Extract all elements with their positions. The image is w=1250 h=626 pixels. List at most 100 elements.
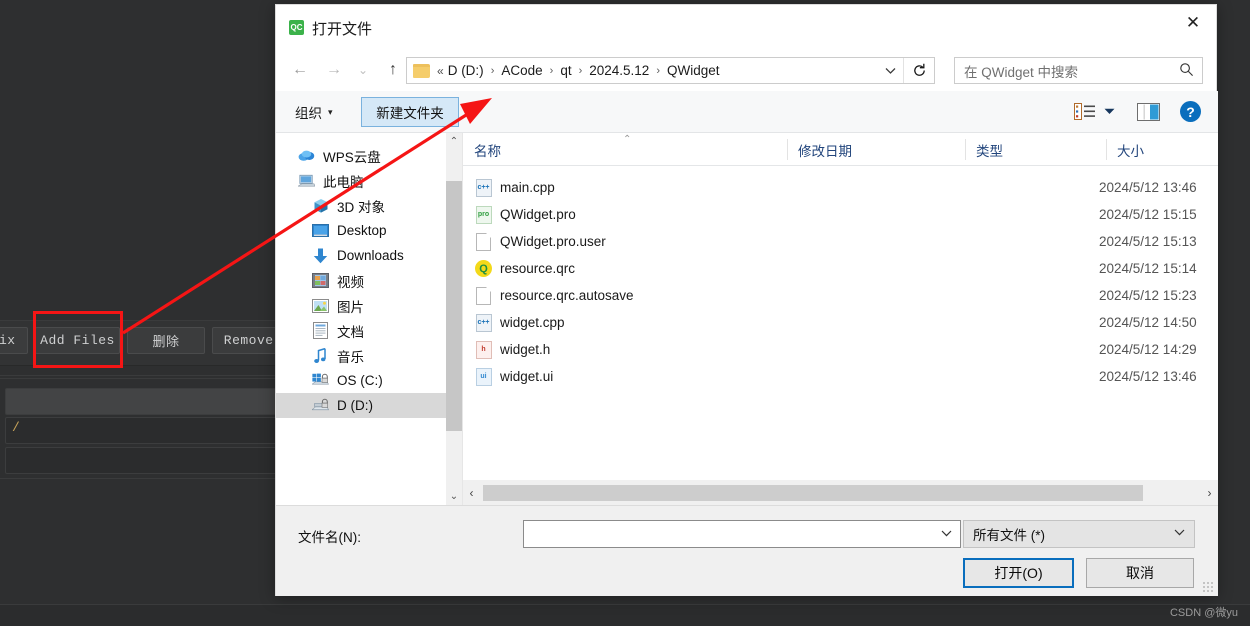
file-row[interactable]: Qresource.qrc2024/5/12 15:14QRC 文件1 bbox=[463, 255, 1218, 282]
file-row[interactable]: c++main.cpp2024/5/12 13:46C++ Source fil… bbox=[463, 174, 1218, 201]
sidebar-item-0[interactable]: WPS云盘 bbox=[276, 143, 461, 168]
sidebar-item-7[interactable]: 文档 bbox=[276, 318, 461, 343]
ide-field-top[interactable] bbox=[5, 388, 285, 415]
column-divider[interactable] bbox=[1106, 139, 1107, 160]
file-modified-date: 2024/5/12 15:13 bbox=[1099, 234, 1197, 249]
sidebar-item-3[interactable]: Desktop bbox=[276, 218, 461, 243]
download-icon bbox=[312, 247, 329, 264]
file-modified-date: 2024/5/12 13:46 bbox=[1099, 369, 1197, 384]
column-header-0[interactable]: 名称 bbox=[463, 133, 783, 166]
forward-icon[interactable]: → bbox=[321, 56, 347, 84]
sidebar-item-label: 视频 bbox=[337, 274, 364, 290]
scroll-up-icon[interactable]: ⌃ bbox=[446, 133, 462, 150]
breadcrumb-separator: › bbox=[549, 64, 554, 77]
file-modified-date: 2024/5/12 15:23 bbox=[1099, 288, 1197, 303]
file-row[interactable]: uiwidget.ui2024/5/12 13:46Qt UI file1 bbox=[463, 363, 1218, 390]
column-divider[interactable] bbox=[787, 139, 788, 160]
chevron-down-icon[interactable] bbox=[941, 528, 952, 540]
breadcrumb-separator: › bbox=[490, 64, 495, 77]
column-header-3[interactable]: 大小 bbox=[1106, 133, 1218, 166]
sidebar-item-label: 3D 对象 bbox=[337, 199, 386, 215]
navigation-scrollbar[interactable]: ⌃ ⌄ bbox=[446, 133, 462, 505]
resize-grip[interactable] bbox=[1202, 581, 1214, 593]
breadcrumb-0[interactable]: D (D:) bbox=[448, 63, 484, 78]
organize-label: 组织 bbox=[295, 106, 322, 121]
column-header-row: ⌃ 名称 修改日期 类型 大小 bbox=[463, 133, 1218, 166]
filename-input[interactable] bbox=[523, 520, 961, 548]
navigation-pane[interactable]: WPS云盘 此电脑 3D 对象 Desktop Downloads 视频图片 文档 音乐 OS … bbox=[276, 133, 461, 505]
scrollbar-thumb[interactable] bbox=[446, 181, 462, 431]
file-row[interactable]: QWidget.pro.user2024/5/12 15:13VisualStu… bbox=[463, 228, 1218, 255]
help-icon[interactable]: ? bbox=[1180, 101, 1201, 122]
breadcrumb-separator: › bbox=[578, 64, 583, 77]
chevron-down-icon: ▾ bbox=[328, 106, 333, 117]
horizontal-scrollbar[interactable]: ‹ › bbox=[463, 479, 1218, 505]
sidebar-item-6[interactable]: 图片 bbox=[276, 293, 461, 318]
up-icon[interactable]: ↑ bbox=[380, 56, 406, 84]
sidebar-item-10[interactable]: D (D:) bbox=[276, 393, 461, 418]
ide-field-bottom[interactable] bbox=[5, 447, 285, 474]
delete-button[interactable]: 删除 bbox=[127, 327, 205, 354]
search-input[interactable]: 在 QWidget 中搜索 bbox=[954, 57, 1203, 84]
chevron-down-icon[interactable] bbox=[1104, 107, 1115, 117]
dialog-title-bar: QC 打开文件 ✕ bbox=[276, 5, 1216, 49]
sidebar-item-label: D (D:) bbox=[337, 398, 373, 413]
file-name: widget.cpp bbox=[500, 315, 565, 330]
qt-creator-icon: QC bbox=[289, 20, 304, 35]
file-name: widget.h bbox=[500, 342, 551, 357]
column-header-2[interactable]: 类型 bbox=[965, 133, 1106, 166]
breadcrumb-3[interactable]: 2024.5.12 bbox=[589, 63, 649, 78]
file-row[interactable]: resource.qrc.autosave2024/5/12 15:23AUTO… bbox=[463, 282, 1218, 309]
search-placeholder: 在 QWidget 中搜索 bbox=[964, 64, 1079, 80]
ide-path-field-value: / bbox=[12, 420, 20, 435]
sidebar-item-5[interactable]: 视频 bbox=[276, 268, 461, 293]
new-folder-button[interactable]: 新建文件夹 bbox=[361, 97, 459, 127]
refresh-icon[interactable] bbox=[903, 58, 934, 83]
file-modified-date: 2024/5/12 14:29 bbox=[1099, 342, 1197, 357]
pro-file-icon: pro bbox=[475, 205, 492, 224]
filename-label: 文件名(N): bbox=[298, 530, 361, 545]
sidebar-item-4[interactable]: Downloads bbox=[276, 243, 461, 268]
open-button[interactable]: 打开(O) bbox=[963, 558, 1074, 588]
prefix-button[interactable]: efix bbox=[0, 327, 28, 354]
overflow-chevrons[interactable]: « bbox=[437, 64, 444, 78]
close-icon[interactable]: ✕ bbox=[1170, 5, 1216, 41]
back-icon[interactable]: ← bbox=[287, 56, 313, 84]
file-row[interactable]: proQWidget.pro2024/5/12 15:15Qt Project … bbox=[463, 201, 1218, 228]
sidebar-item-8[interactable]: 音乐 bbox=[276, 343, 461, 368]
file-list[interactable]: ⌃ 名称修改日期类型大小 c++main.cpp2024/5/12 13:46C… bbox=[463, 133, 1218, 505]
chevron-down-icon[interactable] bbox=[879, 58, 901, 83]
windows-drive-icon bbox=[312, 372, 329, 389]
cube-icon bbox=[312, 197, 329, 214]
address-bar[interactable]: « D (D:) › ACode › qt › 2024.5.12 › QWid… bbox=[406, 57, 935, 84]
file-row[interactable]: hwidget.h2024/5/12 14:29C++ Header file1 bbox=[463, 336, 1218, 363]
column-divider[interactable] bbox=[965, 139, 966, 160]
open-file-dialog: QC 打开文件 ✕ ← → ⌄ ↑ « D (D:) › ACode › qt … bbox=[275, 4, 1218, 596]
preview-pane-icon[interactable] bbox=[1137, 103, 1160, 121]
file-modified-date: 2024/5/12 14:50 bbox=[1099, 315, 1197, 330]
recent-locations-icon[interactable]: ⌄ bbox=[350, 56, 376, 84]
scroll-right-icon[interactable]: › bbox=[1201, 480, 1218, 506]
file-type-filter[interactable]: 所有文件 (*) bbox=[963, 520, 1195, 548]
sidebar-item-9[interactable]: OS (C:) bbox=[276, 368, 461, 393]
cloud-icon bbox=[298, 147, 315, 164]
generic-file-icon bbox=[476, 232, 491, 251]
breadcrumb-4[interactable]: QWidget bbox=[667, 63, 720, 78]
search-icon[interactable] bbox=[1179, 62, 1194, 80]
breadcrumb-2[interactable]: qt bbox=[560, 63, 571, 78]
file-name: widget.ui bbox=[500, 369, 554, 384]
column-header-1[interactable]: 修改日期 bbox=[787, 133, 965, 166]
hscrollbar-thumb[interactable] bbox=[483, 485, 1143, 501]
cancel-button[interactable]: 取消 bbox=[1086, 558, 1194, 588]
sidebar-item-1[interactable]: 此电脑 bbox=[276, 168, 461, 193]
breadcrumb-1[interactable]: ACode bbox=[501, 63, 542, 78]
view-layout-icon[interactable] bbox=[1074, 103, 1096, 120]
ide-path-field[interactable] bbox=[5, 417, 285, 444]
organize-button[interactable]: 组织 ▾ bbox=[289, 99, 339, 125]
chevron-down-icon[interactable] bbox=[1174, 527, 1185, 539]
scroll-left-icon[interactable]: ‹ bbox=[463, 480, 480, 506]
file-row[interactable]: c++widget.cpp2024/5/12 14:50C++ Source f… bbox=[463, 309, 1218, 336]
scroll-down-icon[interactable]: ⌄ bbox=[446, 488, 462, 505]
file-modified-date: 2024/5/12 15:15 bbox=[1099, 207, 1197, 222]
sidebar-item-2[interactable]: 3D 对象 bbox=[276, 193, 461, 218]
